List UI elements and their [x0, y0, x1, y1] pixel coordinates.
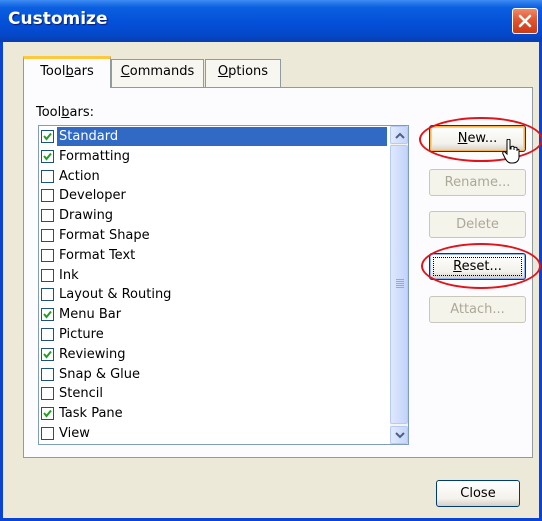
toolbar-item-label: Stencil	[59, 386, 103, 402]
customize-dialog: Customize Toolbars Commands Options Tool…	[0, 0, 542, 521]
dialog-title: Customize	[8, 9, 108, 29]
toolbar-checkbox[interactable]	[41, 268, 54, 282]
toolbar-list-item[interactable]: Format Shape	[41, 226, 385, 245]
toolbar-list-item[interactable]: Drawing	[41, 206, 385, 225]
checkmark-icon	[43, 350, 52, 359]
toolbar-list-item[interactable]: Format Text	[41, 246, 385, 265]
toolbar-checkbox[interactable]	[41, 308, 54, 322]
list-scrollbar[interactable]	[390, 126, 408, 444]
toolbar-item-label: Standard	[57, 127, 387, 146]
toolbar-checkbox[interactable]	[41, 229, 54, 242]
toolbar-item-label: Menu Bar	[59, 307, 122, 323]
tab-toolbars[interactable]: Toolbars	[23, 56, 111, 88]
chevron-up-icon	[395, 132, 405, 139]
tab-commands[interactable]: Commands	[111, 59, 204, 87]
toolbar-list-item[interactable]: Ink	[41, 266, 385, 285]
hand-cursor-icon	[502, 139, 520, 164]
chevron-down-icon	[395, 432, 405, 439]
toolbar-list-item[interactable]: Action	[41, 167, 385, 186]
toolbar-item-label: Action	[59, 168, 100, 184]
attach-button[interactable]: Attach...	[429, 296, 526, 323]
highlight-ellipse-reset	[421, 243, 541, 289]
toolbar-checkbox[interactable]	[41, 288, 54, 302]
rename-button[interactable]: Rename...	[429, 169, 526, 196]
toolbar-checkbox[interactable]	[41, 149, 54, 163]
title-bar[interactable]: Customize	[0, 0, 542, 42]
toolbar-list-item[interactable]: Formatting	[41, 147, 385, 166]
toolbar-list-item[interactable]: View	[41, 424, 385, 443]
close-icon	[518, 14, 532, 28]
toolbar-item-label: Format Shape	[59, 228, 150, 243]
toolbar-item-label: Drawing	[59, 208, 114, 224]
toolbar-list-item[interactable]: Layout & Routing	[41, 285, 385, 304]
toolbar-checkbox[interactable]	[41, 209, 54, 223]
toolbar-item-label: Task Pane	[59, 406, 123, 422]
toolbar-item-label: Snap & Glue	[59, 366, 141, 382]
toolbar-item-label: Developer	[59, 188, 126, 204]
toolbars-listbox[interactable]: Standard Formatting Action Developer Drawing…	[38, 125, 409, 445]
toolbar-checkbox[interactable]	[41, 130, 54, 143]
toolbar-list-item[interactable]: Stencil	[41, 384, 385, 403]
toolbar-item-label: Picture	[59, 327, 104, 342]
scroll-thumb[interactable]	[390, 145, 408, 424]
toolbar-item-label: View	[59, 426, 90, 441]
toolbar-checkbox[interactable]	[41, 347, 54, 361]
toolbar-checkbox[interactable]	[41, 387, 54, 401]
checkmark-icon	[43, 311, 52, 319]
tab-options[interactable]: Options	[205, 59, 281, 87]
toolbar-list-item[interactable]: Reviewing	[41, 345, 385, 364]
toolbar-checkbox[interactable]	[41, 427, 54, 440]
toolbar-item-label: Layout & Routing	[59, 287, 172, 303]
toolbar-list-item[interactable]: Menu Bar	[41, 305, 385, 324]
toolbar-list-item[interactable]: Task Pane	[41, 404, 385, 423]
toolbar-item-label: Format Text	[59, 247, 136, 263]
close-button[interactable]: Close	[436, 480, 520, 507]
toolbar-checkbox[interactable]	[41, 169, 54, 183]
toolbar-item-label: Formatting	[59, 148, 131, 164]
scroll-up-button[interactable]	[390, 126, 408, 144]
toolbar-list-item[interactable]: Developer	[41, 186, 385, 205]
scroll-grip	[396, 279, 404, 289]
scroll-down-button[interactable]	[390, 426, 408, 444]
toolbar-list-item[interactable]: Standard	[41, 127, 387, 146]
delete-button[interactable]: Delete	[429, 211, 526, 238]
toolbar-item-label: Reviewing	[59, 346, 126, 362]
checkmark-icon	[43, 132, 52, 141]
toolbar-list-item[interactable]: Snap & Glue	[41, 365, 385, 384]
toolbars-list-label: Toolbars:	[36, 105, 94, 120]
toolbar-checkbox[interactable]	[41, 189, 54, 203]
toolbar-checkbox[interactable]	[41, 407, 54, 421]
toolbar-checkbox[interactable]	[41, 248, 54, 262]
checkmark-icon	[43, 410, 52, 418]
toolbar-checkbox[interactable]	[41, 328, 54, 341]
toolbar-list-item[interactable]: Picture	[41, 325, 385, 344]
toolbar-checkbox[interactable]	[41, 367, 54, 381]
toolbar-item-label: Ink	[59, 267, 79, 283]
close-window-button[interactable]	[512, 8, 538, 34]
highlight-ellipse-new	[419, 117, 542, 162]
checkmark-icon	[43, 152, 52, 161]
